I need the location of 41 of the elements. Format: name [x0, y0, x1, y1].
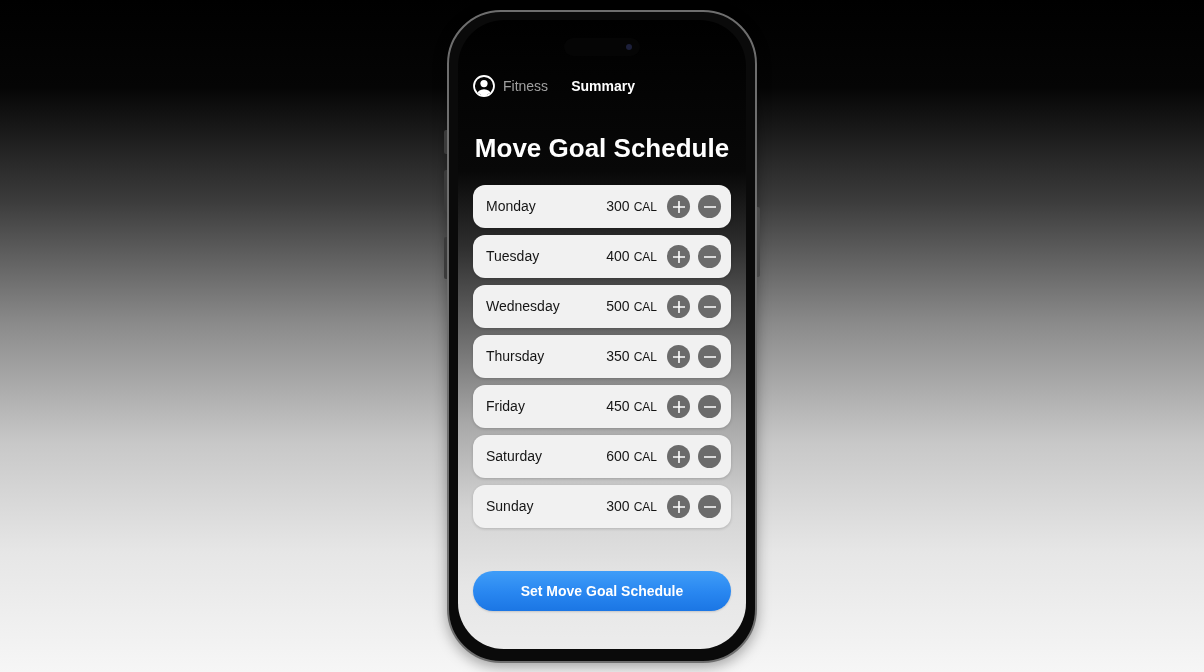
person-circle-icon: [473, 75, 495, 97]
calorie-value: 600 CAL: [606, 447, 657, 466]
screen-title: Summary: [571, 77, 635, 96]
plus-icon: [672, 250, 685, 263]
decrease-button[interactable]: [698, 245, 721, 268]
camera-lens-icon: [626, 44, 632, 50]
day-label: Tuesday: [486, 247, 540, 266]
calorie-value: 450 CAL: [606, 397, 657, 416]
calorie-value: 500 CAL: [606, 297, 657, 316]
calorie-value: 400 CAL: [606, 247, 657, 266]
increase-button[interactable]: [667, 345, 690, 368]
increase-button[interactable]: [667, 395, 690, 418]
plus-icon: [672, 300, 685, 313]
decrease-button[interactable]: [698, 395, 721, 418]
day-label: Monday: [486, 197, 536, 216]
day-label: Wednesday: [486, 297, 560, 316]
plus-icon: [672, 450, 685, 463]
plus-icon: [672, 350, 685, 363]
decrease-button[interactable]: [698, 195, 721, 218]
day-label: Saturday: [486, 447, 543, 466]
increase-button[interactable]: [667, 195, 690, 218]
plus-icon: [672, 500, 685, 513]
calorie-value: 300 CAL: [606, 497, 657, 516]
decrease-button[interactable]: [698, 445, 721, 468]
day-label: Friday: [486, 397, 525, 416]
set-goal-button[interactable]: Set Move Goal Schedule: [473, 571, 731, 611]
increase-button[interactable]: [667, 295, 690, 318]
plus-icon: [672, 400, 685, 413]
day-label: Thursday: [486, 347, 545, 366]
plus-icon: [672, 200, 685, 213]
increase-button[interactable]: [667, 245, 690, 268]
decrease-button[interactable]: [698, 295, 721, 318]
day-label: Sunday: [486, 497, 534, 516]
decrease-button[interactable]: [698, 495, 721, 518]
increase-button[interactable]: [667, 445, 690, 468]
fitness-link[interactable]: Fitness: [503, 75, 549, 97]
calorie-value: 300 CAL: [606, 197, 657, 216]
page-heading: Move Goal Schedule: [474, 132, 730, 165]
increase-button[interactable]: [667, 495, 690, 518]
calorie-value: 350 CAL: [606, 347, 657, 366]
decrease-button[interactable]: [698, 345, 721, 368]
